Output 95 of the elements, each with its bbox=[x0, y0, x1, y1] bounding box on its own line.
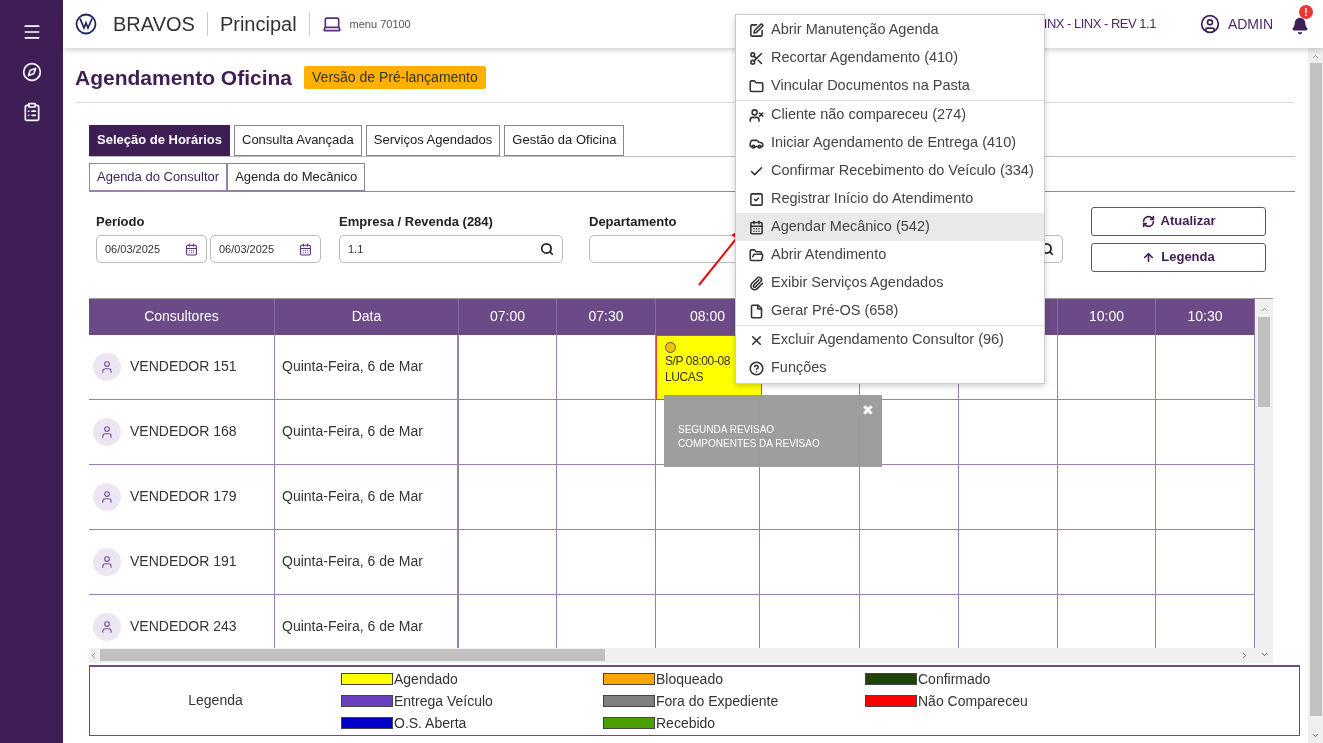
logo-icon bbox=[75, 13, 97, 35]
field-label: Empresa / Revenda (284) bbox=[339, 212, 494, 231]
legend-item: Recebido bbox=[656, 713, 716, 732]
consultant-name: VENDEDOR 191 bbox=[130, 552, 237, 571]
edit-icon bbox=[749, 22, 764, 38]
compass-icon[interactable] bbox=[21, 62, 42, 82]
subtab[interactable]: Agenda do Consultor bbox=[89, 162, 228, 191]
field-label: Período bbox=[96, 212, 146, 231]
action-button[interactable]: Atualizar bbox=[1091, 206, 1266, 236]
subtab[interactable]: Agenda do Mecânico bbox=[227, 162, 366, 191]
prerelease-badge: Versão de Pré-lançamento bbox=[304, 66, 486, 90]
date-cell-text: Quinta-Feira, 6 de Mar bbox=[282, 487, 423, 506]
scissors-icon bbox=[749, 50, 764, 66]
menu-code: menu 70100 bbox=[349, 16, 411, 32]
tooltip-text: COMPONENTES DA REVISAO bbox=[678, 436, 821, 451]
horizontal-scrollbar[interactable] bbox=[89, 647, 1255, 663]
appointment-name: LUCAS bbox=[665, 368, 704, 385]
date-cell-text: Quinta-Feira, 6 de Mar bbox=[282, 552, 423, 571]
appointment-time: S/P 08:00-08 bbox=[665, 352, 732, 369]
column-header: Consultores bbox=[89, 298, 275, 335]
date-field[interactable]: 06/03/2025 bbox=[210, 235, 321, 263]
consultant-name: VENDEDOR 151 bbox=[130, 357, 237, 376]
legend-item: Entrega Veículo bbox=[394, 691, 493, 710]
legend-item: Confirmado bbox=[918, 669, 991, 688]
search-icon[interactable] bbox=[540, 242, 554, 256]
menu-item[interactable]: Vincular Documentos na Pasta bbox=[736, 72, 1044, 100]
menu-item[interactable]: Iniciar Agendamento de Entrega (410) bbox=[736, 129, 1044, 157]
checkbox-icon bbox=[749, 191, 764, 207]
menu-item[interactable]: Registrar Início do Atendimento bbox=[736, 185, 1044, 213]
consultant-name: VENDEDOR 179 bbox=[130, 487, 237, 506]
scroll-right-icon[interactable] bbox=[1240, 650, 1249, 660]
user-x-icon bbox=[749, 107, 764, 123]
scroll-up-icon[interactable] bbox=[1311, 52, 1320, 61]
menu-item[interactable]: Confirmar Recebimento do Veículo (334) bbox=[736, 157, 1044, 185]
column-header: 10:00 bbox=[1058, 298, 1156, 335]
tab[interactable]: Consulta Avançada bbox=[234, 124, 362, 156]
scrollbar-thumb[interactable] bbox=[1258, 316, 1270, 407]
action-button[interactable]: Legenda bbox=[1091, 242, 1266, 272]
tab[interactable]: Serviços Agendados bbox=[365, 124, 501, 156]
legend-item: O.S. Aberta bbox=[394, 713, 467, 732]
column-header: 07:30 bbox=[557, 298, 656, 335]
paperclip-icon bbox=[749, 275, 764, 291]
calendar-icon[interactable] bbox=[299, 242, 312, 256]
tab[interactable]: Gestão da Oficina bbox=[504, 124, 625, 156]
avatar-icon bbox=[93, 417, 121, 446]
folder-icon bbox=[749, 78, 764, 94]
calendar-icon[interactable] bbox=[185, 242, 198, 256]
legend-item: Não Compareceu bbox=[918, 691, 1028, 710]
alert-badge: ! bbox=[1299, 5, 1313, 19]
file-icon bbox=[749, 303, 764, 319]
tab[interactable]: Seleção de Horários bbox=[89, 124, 230, 156]
brand-name: BRAVOS bbox=[113, 12, 195, 37]
laptop-icon bbox=[321, 14, 342, 34]
scrollbar-thumb[interactable] bbox=[100, 649, 605, 661]
menu-item[interactable]: Abrir Atendimento bbox=[736, 241, 1044, 269]
vertical-scrollbar[interactable] bbox=[1255, 298, 1273, 663]
column-header: 07:00 bbox=[459, 298, 557, 335]
folder-icon bbox=[749, 247, 764, 263]
page-scrollbar[interactable] bbox=[1308, 48, 1323, 743]
scroll-left-icon[interactable] bbox=[89, 650, 98, 660]
refresh-icon bbox=[1141, 214, 1155, 228]
field-label: Departamento bbox=[589, 212, 677, 231]
consultant-name: VENDEDOR 243 bbox=[130, 617, 237, 636]
avatar-icon bbox=[93, 547, 121, 576]
legend-item: Fora do Expediente bbox=[656, 691, 779, 710]
page-title: Agendamento Oficina bbox=[75, 65, 293, 91]
scrollbar-thumb[interactable] bbox=[1309, 63, 1322, 716]
date-cell-text: Quinta-Feira, 6 de Mar bbox=[282, 357, 423, 376]
calendar-icon bbox=[749, 219, 764, 235]
menu-item[interactable]: Recortar Agendamento (410) bbox=[736, 44, 1044, 72]
avatar-icon bbox=[93, 482, 121, 511]
avatar-icon bbox=[93, 352, 121, 381]
menu-item[interactable]: Agendar Mecânico (542) bbox=[736, 213, 1044, 241]
user-icon[interactable] bbox=[1199, 14, 1220, 34]
user-name[interactable]: ADMIN bbox=[1227, 13, 1273, 35]
scroll-down-icon[interactable] bbox=[1311, 731, 1320, 740]
tooltip-text: SEGUNDA REVISAO bbox=[678, 422, 776, 437]
legend-item: Agendado bbox=[394, 669, 458, 688]
legend-label: Legenda bbox=[187, 691, 244, 710]
date-cell-text: Quinta-Feira, 6 de Mar bbox=[282, 617, 423, 636]
system-version: INX - LINX - REV 1.1 bbox=[1043, 15, 1156, 34]
legend-item: Bloqueado bbox=[656, 669, 723, 688]
avatar-icon bbox=[93, 612, 121, 641]
column-header: Data bbox=[275, 298, 459, 335]
bell-icon[interactable] bbox=[1291, 17, 1309, 35]
consultant-name: VENDEDOR 168 bbox=[130, 422, 237, 441]
section-title: Principal bbox=[219, 12, 297, 37]
date-field[interactable]: 06/03/2025 bbox=[96, 235, 207, 263]
menu-item[interactable]: Cliente não compareceu (274) bbox=[736, 101, 1044, 129]
company-field[interactable]: 1.1 bbox=[339, 235, 563, 263]
menu-item[interactable]: Exibir Serviços Agendados bbox=[736, 269, 1044, 297]
help-icon bbox=[749, 360, 764, 376]
date-cell-text: Quinta-Feira, 6 de Mar bbox=[282, 422, 423, 441]
arrow-up-icon bbox=[1142, 250, 1156, 264]
menu-item[interactable]: Abrir Manutenção Agenda bbox=[736, 16, 1044, 44]
